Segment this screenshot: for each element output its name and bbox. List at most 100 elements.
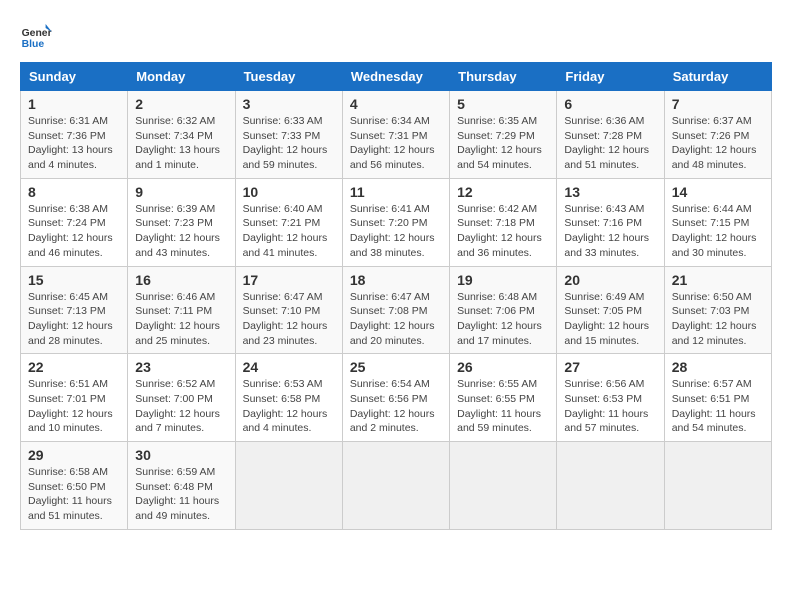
day-info: Sunrise: 6:50 AM Sunset: 7:03 PM Dayligh… bbox=[672, 290, 764, 349]
day-cell: 11 Sunrise: 6:41 AM Sunset: 7:20 PM Dayl… bbox=[342, 178, 449, 266]
day-cell: 9 Sunrise: 6:39 AM Sunset: 7:23 PM Dayli… bbox=[128, 178, 235, 266]
day-cell: 14 Sunrise: 6:44 AM Sunset: 7:15 PM Dayl… bbox=[664, 178, 771, 266]
day-number: 30 bbox=[135, 447, 227, 463]
day-info: Sunrise: 6:52 AM Sunset: 7:00 PM Dayligh… bbox=[135, 377, 227, 436]
day-cell: 24 Sunrise: 6:53 AM Sunset: 6:58 PM Dayl… bbox=[235, 354, 342, 442]
day-cell: 10 Sunrise: 6:40 AM Sunset: 7:21 PM Dayl… bbox=[235, 178, 342, 266]
day-number: 7 bbox=[672, 96, 764, 112]
day-cell: 16 Sunrise: 6:46 AM Sunset: 7:11 PM Dayl… bbox=[128, 266, 235, 354]
svg-text:Blue: Blue bbox=[22, 39, 45, 50]
day-number: 25 bbox=[350, 359, 442, 375]
column-header-wednesday: Wednesday bbox=[342, 63, 449, 91]
day-info: Sunrise: 6:31 AM Sunset: 7:36 PM Dayligh… bbox=[28, 114, 120, 173]
day-info: Sunrise: 6:55 AM Sunset: 6:55 PM Dayligh… bbox=[457, 377, 549, 436]
column-header-tuesday: Tuesday bbox=[235, 63, 342, 91]
day-info: Sunrise: 6:47 AM Sunset: 7:10 PM Dayligh… bbox=[243, 290, 335, 349]
day-info: Sunrise: 6:33 AM Sunset: 7:33 PM Dayligh… bbox=[243, 114, 335, 173]
day-number: 5 bbox=[457, 96, 549, 112]
day-number: 8 bbox=[28, 184, 120, 200]
day-number: 23 bbox=[135, 359, 227, 375]
day-info: Sunrise: 6:45 AM Sunset: 7:13 PM Dayligh… bbox=[28, 290, 120, 349]
header-row: SundayMondayTuesdayWednesdayThursdayFrid… bbox=[21, 63, 772, 91]
day-info: Sunrise: 6:56 AM Sunset: 6:53 PM Dayligh… bbox=[564, 377, 656, 436]
day-cell: 21 Sunrise: 6:50 AM Sunset: 7:03 PM Dayl… bbox=[664, 266, 771, 354]
day-info: Sunrise: 6:34 AM Sunset: 7:31 PM Dayligh… bbox=[350, 114, 442, 173]
day-number: 3 bbox=[243, 96, 335, 112]
logo-icon: General Blue bbox=[20, 20, 52, 52]
day-number: 24 bbox=[243, 359, 335, 375]
day-number: 2 bbox=[135, 96, 227, 112]
day-cell: 30 Sunrise: 6:59 AM Sunset: 6:48 PM Dayl… bbox=[128, 442, 235, 530]
week-row-3: 15 Sunrise: 6:45 AM Sunset: 7:13 PM Dayl… bbox=[21, 266, 772, 354]
day-number: 11 bbox=[350, 184, 442, 200]
column-header-saturday: Saturday bbox=[664, 63, 771, 91]
day-number: 14 bbox=[672, 184, 764, 200]
day-cell: 4 Sunrise: 6:34 AM Sunset: 7:31 PM Dayli… bbox=[342, 91, 449, 179]
header: General Blue bbox=[20, 20, 772, 52]
day-info: Sunrise: 6:51 AM Sunset: 7:01 PM Dayligh… bbox=[28, 377, 120, 436]
week-row-5: 29 Sunrise: 6:58 AM Sunset: 6:50 PM Dayl… bbox=[21, 442, 772, 530]
day-cell: 20 Sunrise: 6:49 AM Sunset: 7:05 PM Dayl… bbox=[557, 266, 664, 354]
day-info: Sunrise: 6:37 AM Sunset: 7:26 PM Dayligh… bbox=[672, 114, 764, 173]
day-number: 20 bbox=[564, 272, 656, 288]
day-cell: 12 Sunrise: 6:42 AM Sunset: 7:18 PM Dayl… bbox=[450, 178, 557, 266]
day-number: 13 bbox=[564, 184, 656, 200]
day-cell: 26 Sunrise: 6:55 AM Sunset: 6:55 PM Dayl… bbox=[450, 354, 557, 442]
day-cell: 29 Sunrise: 6:58 AM Sunset: 6:50 PM Dayl… bbox=[21, 442, 128, 530]
day-info: Sunrise: 6:43 AM Sunset: 7:16 PM Dayligh… bbox=[564, 202, 656, 261]
day-number: 17 bbox=[243, 272, 335, 288]
day-number: 19 bbox=[457, 272, 549, 288]
day-cell: 25 Sunrise: 6:54 AM Sunset: 6:56 PM Dayl… bbox=[342, 354, 449, 442]
day-info: Sunrise: 6:35 AM Sunset: 7:29 PM Dayligh… bbox=[457, 114, 549, 173]
day-number: 9 bbox=[135, 184, 227, 200]
day-cell bbox=[342, 442, 449, 530]
day-cell: 8 Sunrise: 6:38 AM Sunset: 7:24 PM Dayli… bbox=[21, 178, 128, 266]
day-cell: 19 Sunrise: 6:48 AM Sunset: 7:06 PM Dayl… bbox=[450, 266, 557, 354]
day-cell bbox=[450, 442, 557, 530]
day-number: 22 bbox=[28, 359, 120, 375]
day-info: Sunrise: 6:40 AM Sunset: 7:21 PM Dayligh… bbox=[243, 202, 335, 261]
day-cell: 3 Sunrise: 6:33 AM Sunset: 7:33 PM Dayli… bbox=[235, 91, 342, 179]
day-cell: 17 Sunrise: 6:47 AM Sunset: 7:10 PM Dayl… bbox=[235, 266, 342, 354]
day-info: Sunrise: 6:59 AM Sunset: 6:48 PM Dayligh… bbox=[135, 465, 227, 524]
day-info: Sunrise: 6:32 AM Sunset: 7:34 PM Dayligh… bbox=[135, 114, 227, 173]
day-number: 18 bbox=[350, 272, 442, 288]
day-number: 21 bbox=[672, 272, 764, 288]
day-cell: 5 Sunrise: 6:35 AM Sunset: 7:29 PM Dayli… bbox=[450, 91, 557, 179]
day-info: Sunrise: 6:58 AM Sunset: 6:50 PM Dayligh… bbox=[28, 465, 120, 524]
day-info: Sunrise: 6:57 AM Sunset: 6:51 PM Dayligh… bbox=[672, 377, 764, 436]
day-cell: 2 Sunrise: 6:32 AM Sunset: 7:34 PM Dayli… bbox=[128, 91, 235, 179]
day-number: 28 bbox=[672, 359, 764, 375]
logo: General Blue bbox=[20, 20, 52, 52]
day-number: 12 bbox=[457, 184, 549, 200]
day-cell: 1 Sunrise: 6:31 AM Sunset: 7:36 PM Dayli… bbox=[21, 91, 128, 179]
week-row-1: 1 Sunrise: 6:31 AM Sunset: 7:36 PM Dayli… bbox=[21, 91, 772, 179]
day-info: Sunrise: 6:54 AM Sunset: 6:56 PM Dayligh… bbox=[350, 377, 442, 436]
column-header-sunday: Sunday bbox=[21, 63, 128, 91]
day-cell: 23 Sunrise: 6:52 AM Sunset: 7:00 PM Dayl… bbox=[128, 354, 235, 442]
day-number: 27 bbox=[564, 359, 656, 375]
day-cell: 6 Sunrise: 6:36 AM Sunset: 7:28 PM Dayli… bbox=[557, 91, 664, 179]
day-cell: 27 Sunrise: 6:56 AM Sunset: 6:53 PM Dayl… bbox=[557, 354, 664, 442]
day-number: 15 bbox=[28, 272, 120, 288]
day-number: 29 bbox=[28, 447, 120, 463]
day-cell bbox=[235, 442, 342, 530]
day-info: Sunrise: 6:47 AM Sunset: 7:08 PM Dayligh… bbox=[350, 290, 442, 349]
day-number: 1 bbox=[28, 96, 120, 112]
svg-text:General: General bbox=[22, 28, 52, 39]
day-cell bbox=[557, 442, 664, 530]
day-info: Sunrise: 6:36 AM Sunset: 7:28 PM Dayligh… bbox=[564, 114, 656, 173]
day-cell: 15 Sunrise: 6:45 AM Sunset: 7:13 PM Dayl… bbox=[21, 266, 128, 354]
week-row-4: 22 Sunrise: 6:51 AM Sunset: 7:01 PM Dayl… bbox=[21, 354, 772, 442]
day-number: 26 bbox=[457, 359, 549, 375]
day-cell: 18 Sunrise: 6:47 AM Sunset: 7:08 PM Dayl… bbox=[342, 266, 449, 354]
day-info: Sunrise: 6:49 AM Sunset: 7:05 PM Dayligh… bbox=[564, 290, 656, 349]
day-cell: 13 Sunrise: 6:43 AM Sunset: 7:16 PM Dayl… bbox=[557, 178, 664, 266]
day-info: Sunrise: 6:39 AM Sunset: 7:23 PM Dayligh… bbox=[135, 202, 227, 261]
day-info: Sunrise: 6:53 AM Sunset: 6:58 PM Dayligh… bbox=[243, 377, 335, 436]
day-number: 10 bbox=[243, 184, 335, 200]
day-cell: 22 Sunrise: 6:51 AM Sunset: 7:01 PM Dayl… bbox=[21, 354, 128, 442]
day-info: Sunrise: 6:44 AM Sunset: 7:15 PM Dayligh… bbox=[672, 202, 764, 261]
day-number: 6 bbox=[564, 96, 656, 112]
column-header-thursday: Thursday bbox=[450, 63, 557, 91]
